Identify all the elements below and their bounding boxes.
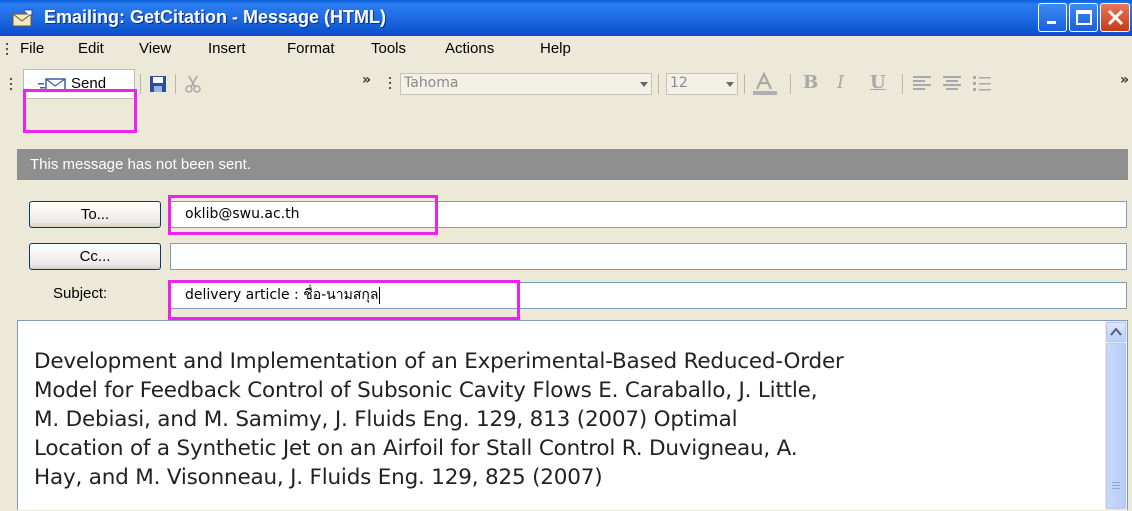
separator	[790, 74, 791, 94]
menu-edit[interactable]: Edit	[78, 40, 104, 57]
underline-button[interactable]: U	[870, 72, 886, 93]
grip-icon	[10, 78, 12, 90]
italic-button[interactable]: I	[837, 72, 844, 93]
subject-label: Subject:	[53, 285, 108, 302]
separator	[902, 74, 903, 94]
menu-format[interactable]: Format	[287, 40, 335, 57]
menu-actions[interactable]: Actions	[445, 40, 494, 57]
grip-icon	[1112, 482, 1120, 489]
vertical-scrollbar[interactable]	[1105, 321, 1127, 511]
close-button[interactable]	[1100, 3, 1130, 32]
minimize-icon	[1047, 21, 1056, 24]
chevron-up-icon	[1110, 327, 1122, 336]
menu-help[interactable]: Help	[540, 40, 571, 57]
toolbar-overflow-icon[interactable]: »	[362, 72, 371, 88]
maximize-icon	[1076, 10, 1092, 25]
maximize-button[interactable]	[1069, 3, 1098, 32]
font-name-value: Tahoma	[404, 75, 459, 91]
chevron-down-icon	[640, 82, 648, 87]
grip-icon	[6, 43, 8, 55]
message-body-text: Development and Implementation of an Exp…	[34, 349, 844, 490]
scroll-thumb[interactable]	[1106, 343, 1126, 509]
to-highlight	[168, 195, 438, 235]
bullets-icon[interactable]	[972, 75, 992, 93]
menu-bar: File Edit View Insert Format Tools Actio…	[0, 36, 1132, 64]
window-title: Emailing: GetCitation - Message (HTML)	[44, 7, 387, 27]
close-icon	[1107, 9, 1124, 26]
cc-button-label: Cc...	[79, 248, 111, 265]
separator	[140, 74, 141, 94]
font-size-select[interactable]: 12	[666, 73, 738, 95]
grip-icon	[389, 77, 391, 89]
align-center-icon[interactable]	[942, 75, 962, 93]
toolbar-overflow-icon[interactable]: »	[1120, 72, 1129, 88]
menu-tools[interactable]: Tools	[371, 40, 406, 57]
title-bar[interactable]: Emailing: GetCitation - Message (HTML)	[0, 0, 1132, 36]
cut-icon[interactable]	[184, 75, 202, 93]
chevron-down-icon	[726, 82, 734, 87]
menu-view[interactable]: View	[139, 40, 171, 57]
font-size-value: 12	[670, 75, 688, 91]
separator	[744, 74, 745, 94]
bold-button[interactable]: B	[803, 72, 818, 93]
align-left-icon[interactable]	[912, 75, 932, 93]
separator	[658, 74, 659, 94]
info-bar: This message has not been sent.	[17, 149, 1128, 180]
minimize-button[interactable]	[1038, 3, 1067, 32]
font-name-select[interactable]: Tahoma	[400, 73, 652, 95]
menu-file[interactable]: File	[20, 40, 44, 57]
cc-button[interactable]: Cc...	[29, 243, 161, 270]
font-color-icon[interactable]	[752, 72, 778, 96]
save-icon[interactable]	[149, 75, 167, 93]
send-highlight	[23, 89, 137, 133]
scroll-up-button[interactable]	[1106, 322, 1126, 342]
message-body[interactable]: Development and Implementation of an Exp…	[17, 320, 1128, 511]
info-bar-text: This message has not been sent.	[30, 156, 251, 173]
envelope-icon	[12, 9, 33, 27]
to-button-label: To...	[80, 206, 110, 223]
cc-field[interactable]	[170, 243, 1127, 270]
separator	[175, 74, 176, 94]
menu-insert[interactable]: Insert	[208, 40, 246, 57]
subject-highlight	[168, 280, 520, 320]
to-button[interactable]: To...	[29, 201, 161, 228]
toolbar: Send » Tahoma 12 B I U »	[0, 64, 1132, 102]
